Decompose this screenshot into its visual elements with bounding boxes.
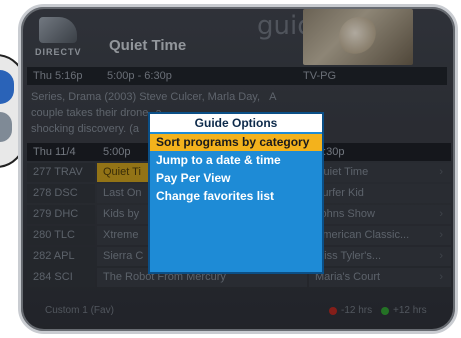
red-button-icon [329,307,337,315]
arrow-right-icon: › [439,229,443,241]
channel-cell[interactable]: 282 APL [27,247,95,266]
menu-item-sort-by-category[interactable]: Sort programs by category [150,134,322,151]
program-cell-next[interactable]: Maria's Court › [309,268,451,287]
program-cell-next[interactable]: Miss Tyler's... › [309,247,451,266]
guide-header: DIRECTV Quiet Time guide [21,7,455,67]
channel-cell[interactable]: 280 TLC [27,226,95,245]
program-thumbnail [303,9,413,65]
channel-cell[interactable]: 279 DHC [27,205,95,224]
info-time-range: 5:00p - 6:30p [107,70,172,82]
side-device-blue-band [0,70,14,104]
menu-item-jump-to-date[interactable]: Jump to a date & time [156,152,281,169]
program-cell-next[interactable]: Quiet Time › [309,163,451,182]
info-rating: TV-PG [303,70,337,82]
grid-slot-1: 5:00p [103,146,131,158]
desc-line-1: Series, Drama (2003) Steve Culcer, Marla… [31,91,261,103]
menu-item-pay-per-view[interactable]: Pay Per View [156,170,231,187]
green-button-icon [381,307,389,315]
program-info-bar: Thu 5:16p 5:00p - 6:30p TV-PG [27,67,447,85]
desc-line-3: shocking discovery. (a [31,123,140,135]
desc-line-1-end: A [269,91,277,103]
grid-day: Thu 11/4 [33,146,76,158]
program-next-label: American Classic... [315,229,410,241]
side-device-gray-band [0,112,12,142]
menu-title: Guide Options [150,114,322,132]
program-cell-next[interactable]: Surfer Kid [309,184,451,203]
thumbnail-figure [339,17,379,57]
channel-cell[interactable]: 284 SCI [27,268,95,287]
guide-footer: Custom 1 (Fav) -12 hrs +12 hrs [27,303,451,319]
program-next-label: Maria's Court [315,271,381,283]
menu-item-change-favorites[interactable]: Change favorites list [156,188,274,205]
desc-line-2: couple takes their drone [31,107,149,119]
program-cell-next[interactable]: Johns Show › [309,205,451,224]
channel-cell[interactable]: 278 DSC [27,184,95,203]
minus-hours-label: -12 hrs [341,305,373,316]
brand-name: DIRECTV [35,47,82,57]
arrow-right-icon: › [439,250,443,262]
program-next-label: Miss Tyler's... [315,250,382,262]
info-date: Thu 5:16p [33,70,83,82]
favorites-list-label: Custom 1 (Fav) [45,305,114,316]
guide-options-menu: Guide Options Sort programs by category … [148,112,324,274]
directv-logo-icon: DIRECTV [33,13,85,61]
channel-cell[interactable]: 277 TRAV [27,163,95,182]
arrow-right-icon: › [439,271,443,283]
program-cell-next[interactable]: American Classic... › [309,226,451,245]
plus-hours-label: +12 hrs [393,305,427,316]
arrow-right-icon: › [439,166,443,178]
arrow-right-icon: › [439,208,443,220]
logo-mark [39,17,77,43]
channel-title: Quiet Time [109,37,187,54]
